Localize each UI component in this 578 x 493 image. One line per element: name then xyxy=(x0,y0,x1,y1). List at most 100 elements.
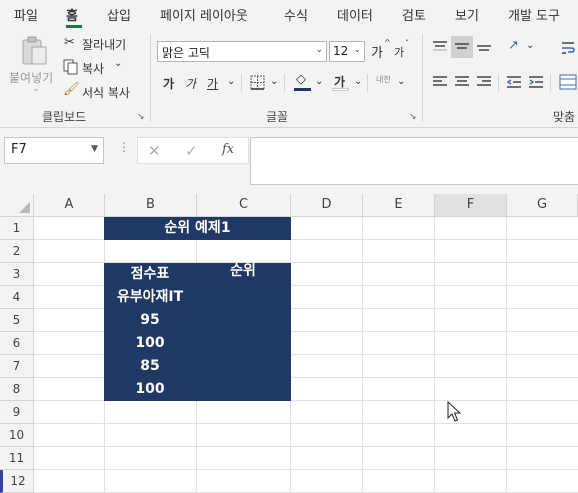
tab-home[interactable]: 홈 xyxy=(66,5,78,24)
italic-button[interactable]: 가 xyxy=(185,75,196,92)
cell-b8-value[interactable]: 100 xyxy=(104,378,196,401)
cell-b7-value[interactable]: 85 xyxy=(104,355,196,378)
wrap-text-icon[interactable] xyxy=(560,40,576,56)
row-header-3[interactable]: 3 xyxy=(0,263,34,286)
paste-icon[interactable] xyxy=(20,36,48,66)
group-separator xyxy=(241,74,242,92)
row-header-5[interactable]: 5 xyxy=(0,309,34,332)
font-launcher-icon[interactable]: ↘ xyxy=(409,112,417,122)
borders-dropdown-icon[interactable]: ⌄ xyxy=(270,76,278,87)
font-name-select[interactable]: 맑은 고딕 ⌄ xyxy=(157,41,327,62)
tab-review[interactable]: 검토 xyxy=(402,5,426,24)
copy-dropdown-icon[interactable]: ⌄ xyxy=(114,58,122,69)
orientation-icon[interactable]: ↗ xyxy=(508,38,519,53)
increase-indent-icon[interactable] xyxy=(528,75,544,89)
tab-view[interactable]: 보기 xyxy=(455,5,479,24)
worksheet-grid[interactable]: A B C D E F G 1 2 3 4 5 6 7 8 9 10 11 12 xyxy=(0,194,578,493)
chevron-down-icon: ⌄ xyxy=(353,45,361,55)
column-header-a[interactable]: A xyxy=(34,194,105,217)
format-painter-icon[interactable]: 🖌 xyxy=(63,82,80,97)
scissors-icon[interactable]: ✂ xyxy=(64,35,75,50)
insert-function-button[interactable]: fx xyxy=(222,142,234,157)
orientation-dropdown-icon[interactable]: ⌄ xyxy=(526,40,534,51)
row-header-11[interactable]: 11 xyxy=(0,447,34,470)
enter-check-icon[interactable]: ✓ xyxy=(185,142,198,160)
bold-button[interactable]: 가 xyxy=(163,75,174,92)
cell-b6-value[interactable]: 100 xyxy=(104,332,196,355)
tab-formulas[interactable]: 수식 xyxy=(284,5,308,24)
copy-icon[interactable] xyxy=(63,59,79,75)
more-options-icon[interactable]: ⋮ xyxy=(118,140,130,154)
shrink-font-arrow-icon: ˇ xyxy=(405,39,409,48)
row-header-9[interactable]: 9 xyxy=(0,401,34,424)
group-separator xyxy=(150,34,151,122)
column-header-f[interactable]: F xyxy=(435,194,507,217)
gridline xyxy=(34,469,578,470)
mouse-pointer-icon xyxy=(447,401,461,422)
grow-font-button[interactable]: 가 xyxy=(371,42,383,61)
underline-dropdown-icon[interactable]: ⌄ xyxy=(227,76,235,87)
cell-c3-header-rank[interactable]: 순위 xyxy=(196,260,290,283)
column-header-e[interactable]: E xyxy=(363,194,435,217)
cell-b4-name[interactable]: 유부아재IT xyxy=(104,286,196,309)
format-painter-button[interactable]: 서식 복사 xyxy=(82,84,130,101)
alignment-group-label: 맞춤 xyxy=(553,110,576,124)
fill-color-dropdown-icon[interactable]: ⌄ xyxy=(315,76,323,87)
row-header-1[interactable]: 1 xyxy=(0,217,34,240)
column-header-d[interactable]: D xyxy=(291,194,363,217)
align-bottom-icon[interactable] xyxy=(476,40,492,54)
fill-color-icon[interactable]: ◇ xyxy=(296,72,306,87)
merge-center-icon[interactable] xyxy=(559,74,577,90)
column-header-g[interactable]: G xyxy=(507,194,578,217)
tab-data[interactable]: 데이터 xyxy=(337,5,373,24)
column-header-c[interactable]: C xyxy=(197,194,291,217)
column-header-b[interactable]: B xyxy=(105,194,197,217)
cell-b1-title[interactable]: 순위 예제1 xyxy=(104,217,291,240)
clipboard-launcher-icon[interactable]: ↘ xyxy=(137,112,145,122)
formula-buttons: ✕ ✓ fx xyxy=(137,137,249,164)
ribbon: 붙여넣기 ⌄ ✂ 잘라내기 복사 ⌄ 🖌 서식 복사 클립보드 ↘ 맑은 고딕 … xyxy=(0,28,578,128)
group-separator xyxy=(422,34,423,122)
gridline xyxy=(434,217,435,493)
chevron-down-icon[interactable]: ▼ xyxy=(91,144,98,154)
row-header-10[interactable]: 10 xyxy=(0,424,34,447)
phonetic-guide-button[interactable]: 내천 xyxy=(376,74,391,85)
decrease-indent-icon[interactable] xyxy=(506,75,522,89)
tab-insert[interactable]: 삽입 xyxy=(107,5,131,24)
align-center-icon[interactable] xyxy=(454,75,470,89)
borders-icon[interactable] xyxy=(250,75,265,90)
cancel-icon[interactable]: ✕ xyxy=(148,142,161,160)
gridline xyxy=(34,446,578,447)
align-right-icon[interactable] xyxy=(476,75,492,89)
underline-button[interactable]: 가 xyxy=(207,75,218,92)
select-all-icon xyxy=(19,202,30,213)
row-header-8[interactable]: 8 xyxy=(0,378,34,401)
name-box-value: F7 xyxy=(11,142,27,157)
font-color-dropdown-icon[interactable]: ⌄ xyxy=(354,76,362,87)
name-box[interactable]: F7 ▼ xyxy=(4,137,104,164)
cut-button[interactable]: 잘라내기 xyxy=(82,36,126,53)
shrink-font-button[interactable]: 가 xyxy=(394,44,404,60)
cell-b5-value[interactable]: 95 xyxy=(104,309,196,332)
tab-file[interactable]: 파일 xyxy=(14,5,38,24)
row-header-6[interactable]: 6 xyxy=(0,332,34,355)
gridline xyxy=(34,423,578,424)
chevron-down-icon: ⌄ xyxy=(315,45,323,55)
paste-dropdown-icon[interactable]: ⌄ xyxy=(32,84,40,94)
font-size-select[interactable]: 12 ⌄ xyxy=(329,41,365,62)
phonetic-dropdown-icon[interactable]: ⌄ xyxy=(397,76,405,87)
select-all-button[interactable] xyxy=(0,194,34,217)
tab-page-layout[interactable]: 페이지 레이아웃 xyxy=(160,5,248,24)
copy-button[interactable]: 복사 xyxy=(82,60,104,77)
group-separator xyxy=(550,74,551,92)
row-header-7[interactable]: 7 xyxy=(0,355,34,378)
formula-input[interactable] xyxy=(250,137,578,185)
align-left-icon[interactable] xyxy=(432,75,448,89)
tab-developer[interactable]: 개발 도구 xyxy=(508,5,560,24)
cell-b3-header-score[interactable]: 점수표 xyxy=(104,263,196,286)
row-header-2[interactable]: 2 xyxy=(0,240,34,263)
align-top-icon[interactable] xyxy=(432,40,448,54)
row-header-12[interactable]: 12 xyxy=(0,470,34,493)
row-header-4[interactable]: 4 xyxy=(0,286,34,309)
group-separator xyxy=(498,74,499,92)
